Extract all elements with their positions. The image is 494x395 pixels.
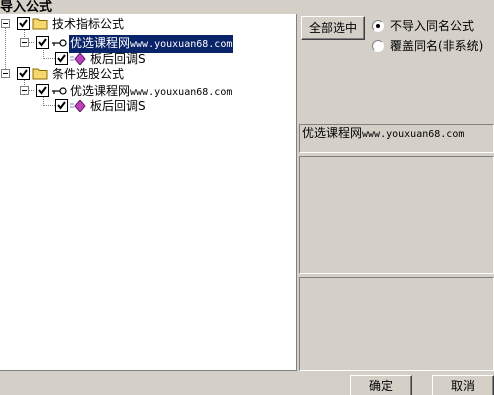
folder-icon bbox=[32, 18, 48, 30]
tree-sub-node[interactable]: 板后回调S bbox=[0, 51, 200, 67]
description-text: 优选课程网www.youxuan68.com bbox=[302, 125, 464, 143]
ok-button[interactable]: 确定 bbox=[350, 375, 412, 395]
collapse-toggle[interactable] bbox=[20, 86, 29, 95]
formula-checkbox[interactable] bbox=[36, 84, 49, 97]
sub-checkbox[interactable] bbox=[55, 52, 68, 65]
select-all-button[interactable]: 全部选中 bbox=[301, 16, 365, 40]
description-name: 优选课程网 bbox=[302, 126, 363, 140]
no-import-label[interactable]: 不导入同名公式 bbox=[390, 19, 474, 33]
sub-checkbox[interactable] bbox=[55, 99, 68, 112]
overwrite-label[interactable]: 覆盖同名(非系统) bbox=[390, 39, 483, 53]
diamond-icon bbox=[70, 53, 86, 65]
tree-formula-node[interactable]: 优选课程网www.youxuan68.com bbox=[0, 34, 240, 54]
folder-icon bbox=[32, 68, 48, 80]
key-icon bbox=[52, 39, 67, 47]
detail-box bbox=[299, 156, 494, 274]
tree-group-node[interactable]: 技术指标公式 bbox=[0, 16, 200, 32]
collapse-toggle[interactable] bbox=[20, 38, 29, 47]
collapse-toggle[interactable] bbox=[1, 69, 10, 78]
options-panel: 全部选中 不导入同名公式 覆盖同名(非系统) 优选课程网www.youxuan6… bbox=[298, 14, 494, 371]
collapse-toggle[interactable] bbox=[1, 19, 10, 28]
formula-name: 优选课程网 bbox=[70, 36, 131, 50]
formula-checkbox[interactable] bbox=[36, 36, 49, 49]
title-bar: 导入公式 bbox=[0, 0, 494, 15]
tree-sub-node[interactable]: 板后回调S bbox=[0, 98, 200, 114]
overwrite-radio[interactable] bbox=[372, 40, 384, 52]
sub-label: 板后回调S bbox=[90, 52, 146, 66]
group-checkbox[interactable] bbox=[17, 17, 30, 30]
tree-formula-node[interactable]: 优选课程网www.youxuan68.com bbox=[0, 82, 240, 98]
group-label: 条件选股公式 bbox=[52, 67, 125, 81]
group-label: 技术指标公式 bbox=[52, 17, 125, 31]
formula-url: www.youxuan68.com bbox=[130, 39, 233, 50]
group-checkbox[interactable] bbox=[17, 67, 30, 80]
cancel-button[interactable]: 取消 bbox=[432, 375, 494, 395]
no-import-radio[interactable] bbox=[372, 20, 384, 32]
formula-tree[interactable]: 技术指标公式 优选课程网www.youxuan68.com 板后回调S 条件选股… bbox=[0, 14, 297, 371]
description-box: 优选课程网www.youxuan68.com bbox=[299, 124, 494, 153]
preview-box bbox=[299, 277, 494, 371]
dialog-footer: 确定 取消 bbox=[0, 371, 494, 395]
description-url: www.youxuan68.com bbox=[362, 129, 465, 140]
tree-group-node[interactable]: 条件选股公式 bbox=[0, 66, 200, 82]
formula-url: www.youxuan68.com bbox=[130, 87, 233, 98]
diamond-icon bbox=[70, 100, 86, 112]
formula-name: 优选课程网 bbox=[70, 84, 131, 98]
sub-label: 板后回调S bbox=[90, 99, 146, 113]
window-title: 导入公式 bbox=[0, 0, 53, 15]
key-icon bbox=[52, 87, 67, 95]
